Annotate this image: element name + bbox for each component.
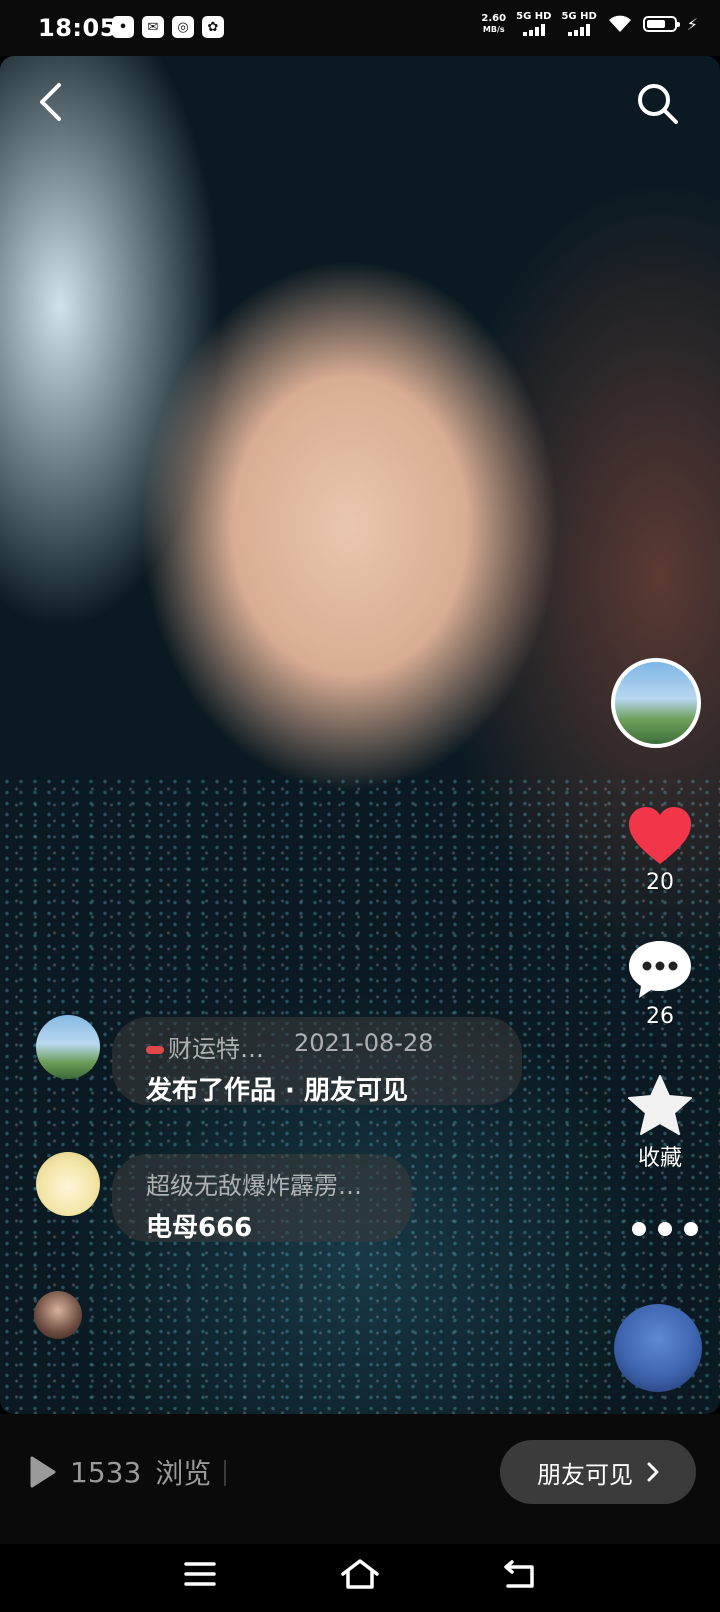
home-icon: [341, 1559, 379, 1589]
net-speed-unit: MB/s: [482, 25, 505, 34]
comment-date: 2021-08-28: [294, 1029, 434, 1057]
chat-app-icon: ✉: [142, 16, 164, 38]
net-speed: 2.60 MB/s: [481, 13, 506, 35]
commenter-avatar[interactable]: [34, 1291, 82, 1339]
comment-bubble-icon: [629, 941, 691, 998]
author-avatar[interactable]: [611, 658, 701, 748]
commenter-avatar[interactable]: [36, 1152, 100, 1216]
back-chevron-icon: [40, 83, 61, 121]
heart-icon: [629, 807, 691, 864]
commenter-avatar[interactable]: [36, 1015, 100, 1079]
signal-bars-icon: [568, 24, 591, 36]
menu-button[interactable]: [176, 1552, 224, 1596]
comment-text: 电母666: [146, 1213, 253, 1243]
back-arrow-icon: [504, 1560, 534, 1588]
back-button[interactable]: [30, 80, 70, 124]
comment-text: 发布了作品 · 朋友可见: [146, 1076, 408, 1106]
divider: [224, 1460, 226, 1486]
charging-icon: ⚡: [686, 14, 698, 34]
favorite-label: 收藏: [637, 1146, 682, 1171]
like-count: 20: [646, 870, 674, 895]
music-disc[interactable]: [614, 1304, 702, 1392]
view-stats: 1533 浏览: [30, 1452, 211, 1492]
menu-icon: [184, 1562, 216, 1586]
friends-visible-button[interactable]: 朋友可见: [500, 1440, 696, 1504]
play-icon: [30, 1456, 56, 1488]
view-count: 1533: [70, 1455, 142, 1489]
status-time: 18:05: [38, 14, 117, 42]
search-icon: [638, 84, 678, 124]
baidu-app-icon: ✿: [202, 16, 224, 38]
battery-icon: [642, 16, 680, 32]
signal-sim2: 5G HD: [561, 11, 597, 36]
comment-meta: 财运特… 2021-08-28: [146, 1029, 494, 1064]
sim2-label: 5G HD: [561, 11, 597, 22]
comment-bubble[interactable]: 超级无敌爆炸霹雳… 电母666: [112, 1154, 412, 1243]
wifi-icon: [608, 15, 631, 32]
view-label: 浏览: [155, 1457, 212, 1490]
net-speed-value: 2.60: [481, 13, 507, 24]
back-nav-button[interactable]: [496, 1552, 544, 1596]
friends-visible-label: 朋友可见: [537, 1460, 633, 1489]
more-options-icon[interactable]: [632, 1222, 698, 1236]
comment-meta: 超级无敌爆炸霹雳…: [146, 1166, 384, 1201]
comment-button[interactable]: 26: [615, 938, 705, 1029]
signal-sim1: 5G HD: [516, 12, 551, 36]
signal-bars-icon: [522, 24, 545, 36]
orbit-app-icon: ◎: [172, 16, 194, 38]
search-button[interactable]: [634, 80, 682, 128]
commenter-name: 超级无敌爆炸霹雳…: [146, 1172, 362, 1200]
star-icon: [628, 1075, 692, 1135]
unknown-app-icon: •: [112, 16, 134, 38]
favorite-button[interactable]: 收藏: [615, 1074, 705, 1172]
commenter-name: 财运特…: [146, 1029, 264, 1064]
status-indicators: 2.60 MB/s 5G HD 5G HD ⚡: [481, 12, 698, 36]
comment-bubble[interactable]: 财运特… 2021-08-28 发布了作品 · 朋友可见: [112, 1017, 522, 1106]
chevron-right-icon: [647, 1462, 659, 1482]
home-button[interactable]: [336, 1552, 384, 1596]
like-button[interactable]: 20: [615, 806, 705, 895]
status-app-icons: • ✉ ◎ ✿: [112, 16, 224, 38]
sim1-label: 5G HD: [516, 11, 552, 22]
comment-count: 26: [646, 1004, 674, 1029]
status-bar: 18:05 • ✉ ◎ ✿ 2.60 MB/s 5G HD 5G HD ⚡: [0, 0, 720, 56]
